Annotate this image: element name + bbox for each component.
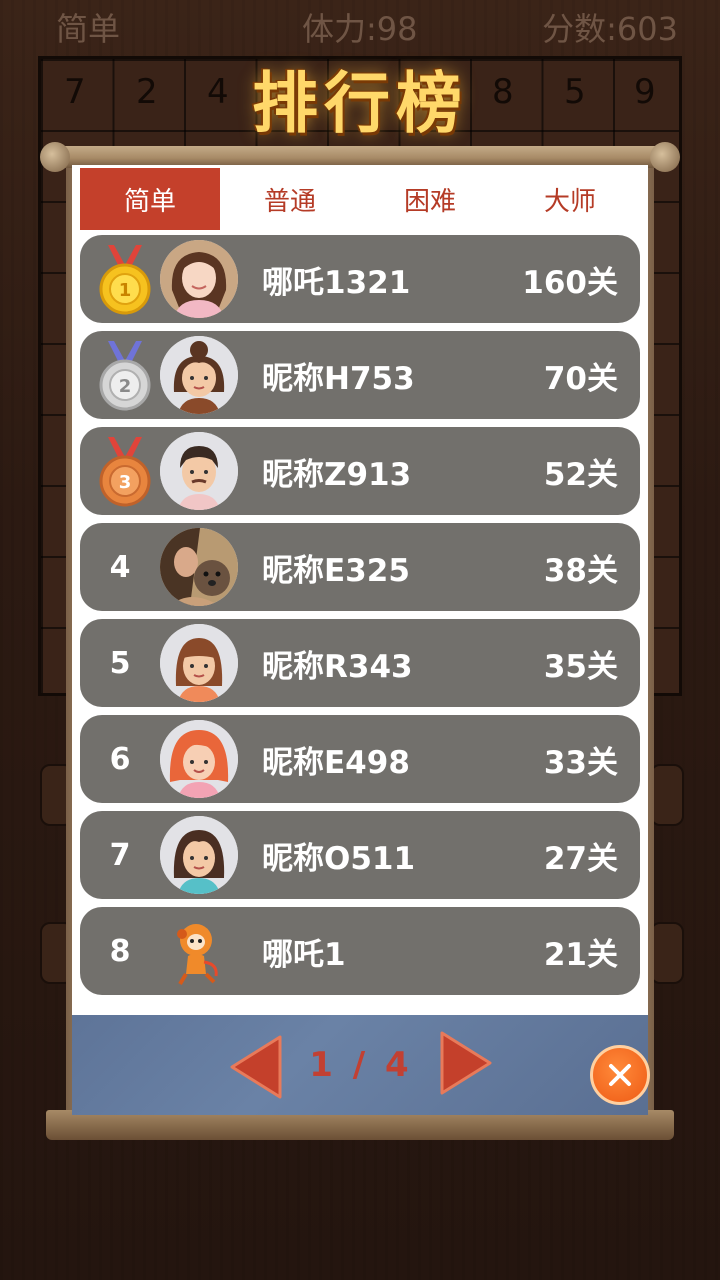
female-cartoon-avatar [160, 816, 238, 894]
leaderboard-row[interactable]: 2 昵称H753 70关 [80, 331, 640, 419]
player-score: 21关 [543, 936, 618, 973]
score-label: 分数:603 [542, 10, 678, 48]
leaderboard-panel: 简单 普通 困难 大师 1 哪吒1 321 160关 2 昵称H753 70关 3… [72, 165, 648, 1015]
next-page-button[interactable] [438, 1031, 494, 1095]
player-score: 35关 [543, 648, 618, 685]
photo-avatar [160, 528, 238, 606]
redhead-cartoon-avatar [160, 720, 238, 798]
leaderboard-row[interactable]: 1 哪吒1321 160关 [80, 235, 640, 323]
player-score: 27关 [543, 840, 618, 877]
female-photo-avatar [160, 240, 238, 318]
side-button [650, 922, 684, 984]
close-icon [609, 1064, 631, 1086]
player-name: 昵称Z913 [262, 456, 412, 493]
player-score: 38关 [543, 552, 618, 589]
player-score: 52关 [543, 456, 618, 493]
player-name: 哪吒1 [262, 936, 346, 973]
tab-hard[interactable]: 困难 [360, 168, 500, 230]
svg-text:1: 1 [119, 280, 132, 301]
close-button[interactable] [590, 1045, 650, 1105]
prev-page-button[interactable] [228, 1035, 284, 1099]
bronze-medal-icon: 3 [99, 437, 151, 507]
player-score: 33关 [543, 744, 618, 781]
svg-text:3: 3 [119, 472, 132, 493]
difficulty-tabs: 简单 普通 困难 大师 [80, 168, 640, 230]
leaderboard-row[interactable]: 3 昵称Z913 52关 [80, 427, 640, 515]
rank-number: 7 [109, 837, 131, 873]
rank-number: 5 [109, 645, 131, 681]
leaderboard-list: 1 哪吒1321 160关 2 昵称H753 70关 3 昵称Z913 52关 … [80, 235, 640, 1003]
female-cartoon-avatar [160, 336, 238, 414]
leaderboard-row[interactable]: 7 昵称O511 27关 [80, 811, 640, 899]
silver-medal-icon: 2 [99, 341, 151, 411]
player-score: 70关 [543, 360, 618, 397]
rank-number: 4 [109, 549, 131, 585]
leaderboard-row[interactable]: 5 昵称R343 35关 [80, 619, 640, 707]
svg-text:2: 2 [119, 376, 132, 397]
player-name: 昵称R343 [262, 648, 413, 685]
leaderboard-row[interactable]: 6 昵称E498 33关 [80, 715, 640, 803]
rank-number: 6 [109, 741, 131, 777]
leaderboard-row[interactable]: 8 哪吒1 21关 [80, 907, 640, 995]
mascot-avatar [160, 912, 238, 990]
pagination-bar: 1 / 4 [72, 1015, 648, 1115]
player-name: 昵称O511 [262, 840, 416, 877]
stamina-label: 体力:98 [302, 10, 418, 48]
rod-cap [40, 142, 70, 172]
tab-normal[interactable]: 普通 [220, 168, 360, 230]
male-cartoon-avatar [160, 432, 238, 510]
player-name: 昵称E325 [262, 552, 410, 589]
tab-master[interactable]: 大师 [500, 168, 640, 230]
difficulty-label: 简单 [56, 10, 121, 48]
side-button [650, 764, 684, 826]
page-indicator: 1 / 4 [309, 1045, 413, 1085]
leaderboard-row[interactable]: 4 昵称E325 38关 [80, 523, 640, 611]
rod-cap [650, 142, 680, 172]
player-name: 昵称E498 [262, 744, 410, 781]
tab-easy[interactable]: 简单 [80, 168, 220, 230]
rank-number: 8 [109, 933, 131, 969]
player-name: 哪吒1321 [262, 264, 411, 301]
leaderboard-title: 排行榜 [252, 64, 468, 142]
female-cartoon-avatar [160, 624, 238, 702]
player-name: 昵称H753 [262, 360, 415, 397]
player-score: 160关 [522, 264, 618, 301]
gold-medal-icon: 1 [99, 245, 151, 315]
